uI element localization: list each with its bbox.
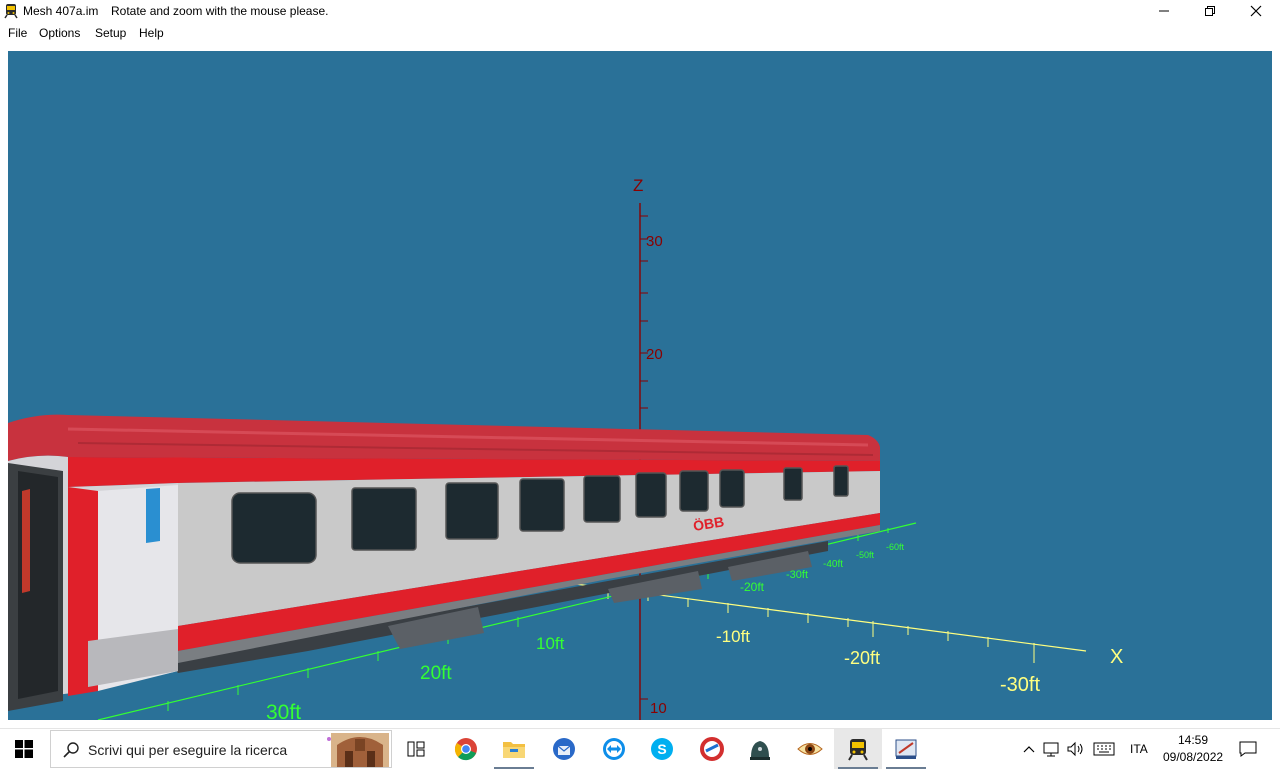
menu-setup[interactable]: Setup bbox=[95, 26, 126, 40]
keyboard-icon bbox=[1093, 742, 1115, 756]
chrome-icon bbox=[454, 738, 477, 761]
search-box[interactable]: Scrivi qui per eseguire la ricerca bbox=[50, 730, 392, 768]
x-axis: -10ft -20ft -30ft X bbox=[567, 582, 1123, 696]
input-language[interactable]: ITA bbox=[1130, 742, 1148, 756]
volume-icon bbox=[1067, 741, 1083, 757]
restore-icon bbox=[1205, 6, 1215, 16]
y-tick-label: -40ft bbox=[823, 559, 843, 570]
y-tick-label: -20ft bbox=[740, 580, 765, 594]
app-dome-icon bbox=[750, 741, 770, 760]
clock-time[interactable]: 14:59 bbox=[1178, 733, 1208, 747]
taskbar-app-ccleaner[interactable] bbox=[688, 729, 736, 769]
x-tick-label: -20ft bbox=[844, 648, 880, 668]
notification-center-button[interactable] bbox=[1226, 729, 1270, 769]
menu-file[interactable]: File bbox=[8, 26, 27, 40]
y-tick-label: 20ft bbox=[420, 663, 452, 684]
search-highlight-icon bbox=[327, 733, 389, 767]
taskbar-app-dome[interactable] bbox=[736, 729, 784, 769]
taskbar-app-shape-viewer[interactable] bbox=[882, 729, 930, 769]
teamviewer-icon bbox=[603, 738, 625, 760]
taskbar-app-trainsim[interactable] bbox=[834, 729, 882, 769]
menu-help[interactable]: Help bbox=[139, 26, 164, 40]
menu-bar: File Options Setup Help bbox=[0, 22, 1280, 42]
train-app-icon bbox=[4, 4, 18, 19]
file-explorer-icon bbox=[503, 742, 525, 758]
window-title: Mesh 407a.im bbox=[23, 4, 99, 18]
tray-keyboard-button[interactable] bbox=[1090, 729, 1118, 769]
close-button[interactable] bbox=[1233, 0, 1279, 22]
z-axis-label: Z bbox=[633, 176, 643, 195]
taskbar-app-explorer[interactable] bbox=[490, 729, 538, 769]
chevron-up-icon bbox=[1023, 746, 1035, 753]
close-icon bbox=[1250, 5, 1262, 17]
3d-viewport[interactable]: -10ft -20ft -30ft X 10ft 20ft 30ft -20ft… bbox=[8, 51, 1272, 720]
x-axis-label: X bbox=[1110, 646, 1123, 668]
eye-viewer-icon bbox=[797, 743, 823, 755]
taskbar-app-teamviewer[interactable] bbox=[590, 729, 638, 769]
window-message: Rotate and zoom with the mouse please. bbox=[111, 4, 329, 18]
windows-logo-icon bbox=[15, 740, 33, 758]
taskbar-app-chrome[interactable] bbox=[442, 729, 490, 769]
restore-button[interactable] bbox=[1187, 0, 1233, 22]
task-view-icon bbox=[407, 741, 425, 757]
taskbar-app-thunderbird[interactable] bbox=[540, 729, 588, 769]
y-tick-label: 10ft bbox=[536, 634, 565, 653]
taskbar-app-eye[interactable] bbox=[786, 729, 834, 769]
minimize-icon bbox=[1159, 10, 1169, 12]
z-tick-label: 20 bbox=[646, 346, 663, 363]
tray-overflow-button[interactable] bbox=[1018, 729, 1040, 769]
notification-icon bbox=[1239, 741, 1257, 757]
y-tick-label: 30ft bbox=[266, 701, 301, 720]
search-placeholder: Scrivi qui per eseguire la ricerca bbox=[88, 742, 288, 758]
scene-canvas[interactable]: -10ft -20ft -30ft X 10ft 20ft 30ft -20ft… bbox=[8, 51, 1272, 720]
taskbar: Scrivi qui per eseguire la ricerca S ITA… bbox=[0, 728, 1280, 769]
menu-options[interactable]: Options bbox=[39, 26, 80, 40]
search-icon bbox=[63, 742, 79, 758]
y-tick-label: -60ft bbox=[886, 542, 905, 552]
taskbar-app-skype[interactable]: S bbox=[638, 729, 686, 769]
x-tick-label: -30ft bbox=[1000, 674, 1040, 696]
skype-icon: S bbox=[651, 738, 673, 760]
tray-volume-button[interactable] bbox=[1064, 729, 1088, 769]
title-bar: Mesh 407a.im Rotate and zoom with the mo… bbox=[0, 0, 1280, 22]
tray-network-button[interactable] bbox=[1040, 729, 1064, 769]
ccleaner-icon bbox=[700, 737, 724, 761]
z-tick-label: 30 bbox=[646, 233, 663, 250]
y-tick-label: -50ft bbox=[856, 550, 875, 560]
thunderbird-icon bbox=[553, 738, 575, 760]
task-view-button[interactable] bbox=[392, 729, 440, 769]
minimize-button[interactable] bbox=[1141, 0, 1187, 22]
shape-viewer-icon bbox=[895, 739, 917, 759]
train-sim-icon bbox=[848, 739, 868, 761]
z-tick-label: 10 bbox=[650, 700, 667, 717]
network-icon bbox=[1043, 742, 1059, 757]
clock-date[interactable]: 09/08/2022 bbox=[1163, 750, 1223, 764]
start-button[interactable] bbox=[0, 729, 48, 769]
svg-text:S: S bbox=[657, 741, 666, 757]
x-tick-label: -10ft bbox=[716, 627, 750, 646]
